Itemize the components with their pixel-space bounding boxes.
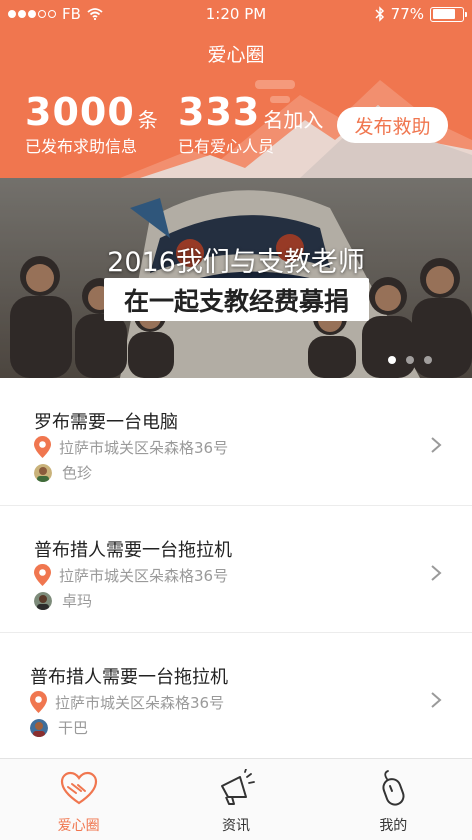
tab-love-circle[interactable]: 爱心圈 (0, 759, 157, 840)
tab-mine[interactable]: 我的 (315, 759, 472, 840)
list-item[interactable]: 罗布需要一台电脑 拉萨市城关区朵森格36号 色珍 (0, 378, 472, 505)
user-name: 卓玛 (62, 592, 93, 610)
stat-value: 3000 (25, 90, 135, 134)
page-title: 爱心圈 (207, 44, 265, 66)
avatar (34, 591, 52, 610)
item-address: 拉萨市城关区朵森格36号 (34, 564, 228, 586)
tab-label: 我的 (379, 818, 408, 834)
help-request-list: 罗布需要一台电脑 拉萨市城关区朵森格36号 色珍 普布措人需要一台拖拉机 拉萨市… (0, 378, 472, 758)
stat-unit: 名加入 (263, 108, 324, 132)
megaphone-icon (220, 769, 255, 805)
stat-unit: 条 (137, 108, 158, 132)
carousel-pager[interactable] (388, 356, 432, 364)
item-user: 干巴 (30, 717, 88, 738)
stat-label: 已发布求助信息 (25, 137, 138, 156)
address-text: 拉萨市城关区朵森格36号 (59, 438, 229, 457)
list-item[interactable]: 普布措人需要一台拖拉机 拉萨市城关区朵森格36号 干巴 (0, 632, 472, 759)
pager-dot[interactable] (406, 356, 414, 364)
tab-news[interactable]: 资讯 (157, 759, 314, 840)
stat-value: 333 (178, 90, 261, 134)
stat-help-posts: 3000 条 已发布求助信息 (25, 93, 158, 157)
item-title: 普布措人需要一台拖拉机 (30, 667, 228, 688)
item-title: 罗布需要一台电脑 (34, 412, 178, 433)
address-text: 拉萨市城关区朵森格36号 (55, 693, 225, 712)
tab-bar: 爱心圈 资讯 我的 (0, 758, 472, 840)
publish-help-button[interactable]: 发布救助 (337, 107, 448, 143)
heart-hands-icon (60, 771, 97, 805)
status-bar: FB 1:20 PM 77% (0, 0, 472, 28)
user-name: 色珍 (62, 464, 93, 482)
item-address: 拉萨市城关区朵森格36号 (30, 691, 224, 713)
location-pin-icon (34, 564, 51, 586)
item-address: 拉萨市城关区朵森格36号 (34, 436, 228, 458)
banner-carousel[interactable]: 2016我们与支教老师 在一起支教经费募捐 (0, 178, 472, 378)
item-title: 普布措人需要一台拖拉机 (34, 540, 232, 561)
avatar (34, 463, 52, 482)
list-item[interactable]: 普布措人需要一台拖拉机 拉萨市城关区朵森格36号 卓玛 (0, 505, 472, 632)
stat-label: 已有爱心人员 (178, 137, 275, 156)
location-pin-icon (30, 691, 47, 713)
item-user: 卓玛 (34, 590, 92, 611)
tab-label: 资讯 (221, 818, 250, 834)
header: FB 1:20 PM 77% 爱心圈 3000 条 已发布求助信息 333 名加… (0, 0, 472, 178)
pager-dot[interactable] (388, 356, 396, 364)
address-text: 拉萨市城关区朵森格36号 (59, 566, 229, 585)
battery-percent: 77% (390, 5, 424, 23)
item-user: 色珍 (34, 462, 92, 483)
tab-label: 爱心圈 (57, 818, 100, 834)
location-pin-icon (34, 436, 51, 458)
mouse-icon (382, 770, 405, 806)
user-name: 干巴 (58, 719, 89, 737)
pager-dot[interactable] (424, 356, 432, 364)
stat-volunteers: 333 名加入 已有爱心人员 (178, 93, 323, 157)
chevron-right-icon (431, 565, 442, 581)
battery-icon (430, 6, 467, 22)
chevron-right-icon (431, 692, 442, 708)
banner-subheadline: 在一起支教经费募捐 (104, 278, 369, 321)
chevron-right-icon (431, 437, 442, 453)
banner-headline: 2016我们与支教老师 (107, 247, 365, 278)
avatar (30, 718, 48, 737)
bluetooth-icon (375, 6, 384, 22)
